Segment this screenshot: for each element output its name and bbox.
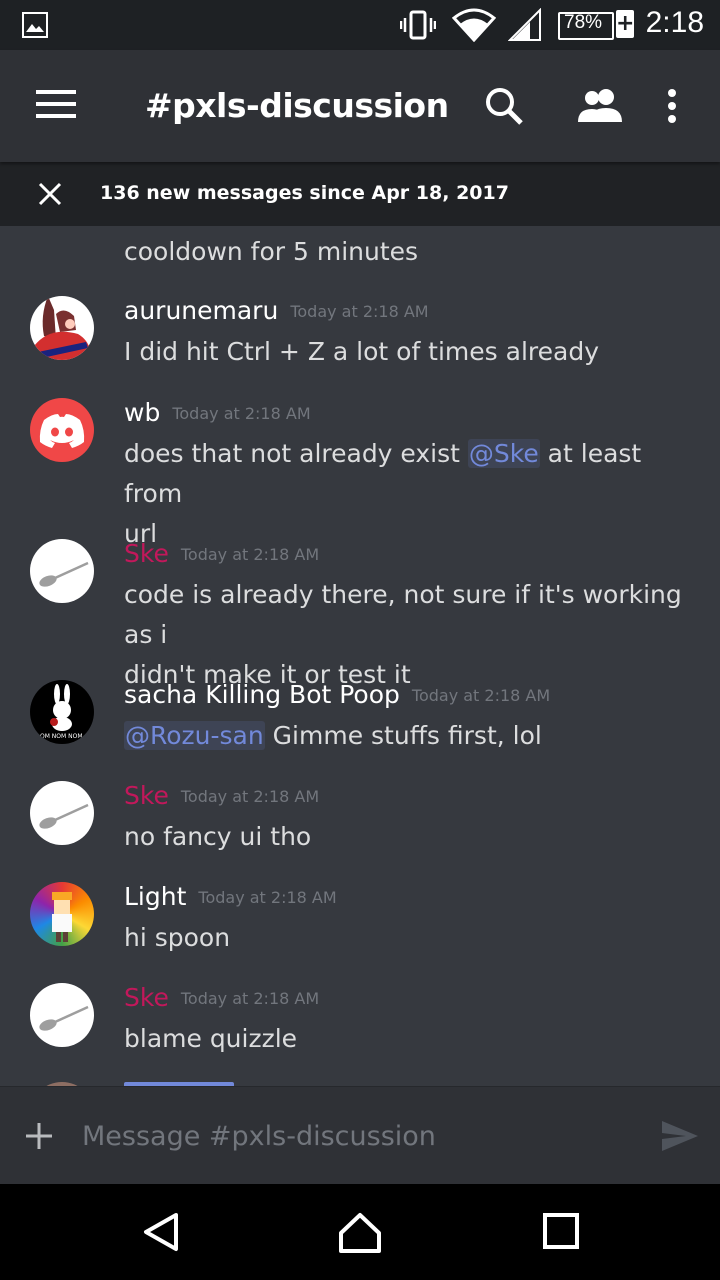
message-text: I did hit Ctrl + Z a lot of times alread…: [124, 337, 599, 366]
message-header: wb Today at 2:18 AM: [124, 398, 311, 427]
charging-icon: +: [616, 10, 635, 38]
image-notification-icon: [22, 12, 48, 38]
avatar[interactable]: [30, 539, 94, 603]
new-messages-bar[interactable]: 136 new messages since Apr 18, 2017: [0, 162, 720, 226]
message-header: Ske Today at 2:18 AM: [124, 983, 319, 1012]
timestamp: Today at 2:18 AM: [180, 787, 320, 806]
members-icon[interactable]: [576, 88, 624, 124]
new-messages-text: 136 new messages since Apr 18, 2017: [100, 182, 509, 204]
message-text-part: Gimme stuffs first, lol: [264, 721, 542, 750]
username[interactable]: Ske: [124, 983, 169, 1012]
timestamp: Today at 2:18 AM: [198, 888, 337, 907]
spoon-avatar-image: [39, 803, 89, 829]
avatar-caption: OM NOM NOM: [40, 733, 83, 740]
search-icon[interactable]: [484, 86, 524, 126]
message-text: hi spoon: [124, 923, 231, 952]
message-header: Light Today at 2:18 AM: [124, 882, 337, 911]
wifi-icon: [452, 8, 496, 42]
username[interactable]: aurunemaru: [124, 296, 278, 325]
avatar[interactable]: OM NOM NOM: [30, 680, 94, 744]
timestamp: Today at 2:18 AM: [180, 545, 320, 564]
message-list[interactable]: cooldown for 5 minutes aurunemaru Today a…: [0, 226, 720, 1086]
home-icon[interactable]: [338, 1212, 382, 1254]
username[interactable]: Ske: [124, 781, 169, 810]
avatar[interactable]: [30, 983, 94, 1047]
avatar-image: [34, 296, 90, 360]
user-mention[interactable]: @Ske: [467, 439, 540, 468]
system-nav-bar: [0, 1184, 720, 1280]
status-bar: 78% + 2:18: [0, 0, 720, 50]
message-composer: [0, 1086, 720, 1185]
signal-icon: [508, 8, 541, 41]
spoon-avatar-image: [39, 1005, 89, 1031]
overflow-menu-icon[interactable]: [666, 88, 678, 124]
channel-title: #pxls-discussion: [145, 86, 449, 125]
avatar[interactable]: [30, 296, 94, 360]
menu-icon[interactable]: [36, 88, 76, 120]
back-icon[interactable]: [142, 1212, 180, 1252]
recents-icon[interactable]: [542, 1212, 580, 1250]
message-text: blame quizzle: [124, 1024, 298, 1053]
discord-logo-icon: [39, 414, 85, 448]
username[interactable]: Light: [124, 882, 186, 911]
spoon-avatar-image: [39, 561, 89, 587]
message-text: no fancy ui tho: [124, 822, 312, 851]
message-text: @Rozu-san Gimme stuffs first, lol: [124, 716, 694, 756]
message-header: sacha Killing Bot Poop Today at 2:18 AM: [124, 680, 550, 709]
timestamp: Today at 2:18 AM: [411, 686, 551, 705]
timestamp: Today at 2:18 AM: [290, 302, 429, 321]
message-text: cooldown for 5 minutes: [124, 237, 419, 266]
avatar[interactable]: [30, 882, 94, 946]
close-icon[interactable]: [38, 182, 62, 206]
message-header: aurunemaru Today at 2:18 AM: [124, 296, 429, 325]
attach-plus-icon[interactable]: [24, 1121, 54, 1151]
username[interactable]: Ske: [124, 539, 169, 568]
avatar[interactable]: [30, 398, 94, 462]
app-toolbar: #pxls-discussion: [0, 50, 720, 162]
message-text: code is already there, not sure if it's …: [124, 575, 694, 695]
battery-indicator: 78% +: [558, 10, 634, 40]
clock: 2:18: [645, 6, 704, 39]
message-text: does that not already exist @Ske at leas…: [124, 434, 694, 554]
pixel-character-avatar-image: [52, 892, 72, 942]
message-header: Ske Today at 2:18 AM: [124, 781, 319, 810]
timestamp: Today at 2:18 AM: [172, 404, 311, 423]
timestamp: Today at 2:18 AM: [180, 989, 320, 1008]
message-input[interactable]: [80, 1115, 644, 1157]
vibrate-icon: [400, 10, 436, 40]
user-mention[interactable]: @Rozu-san: [124, 721, 265, 750]
message-text-line: code is already there, not sure if it's …: [124, 580, 682, 649]
message-header: Ske Today at 2:18 AM: [124, 539, 319, 568]
username[interactable]: sacha Killing Bot Poop: [124, 680, 400, 709]
username[interactable]: wb: [124, 398, 160, 427]
send-icon[interactable]: [660, 1119, 700, 1153]
avatar[interactable]: [30, 781, 94, 845]
message-text-part: does that not already exist: [124, 439, 468, 468]
battery-percent: 78%: [564, 12, 603, 33]
